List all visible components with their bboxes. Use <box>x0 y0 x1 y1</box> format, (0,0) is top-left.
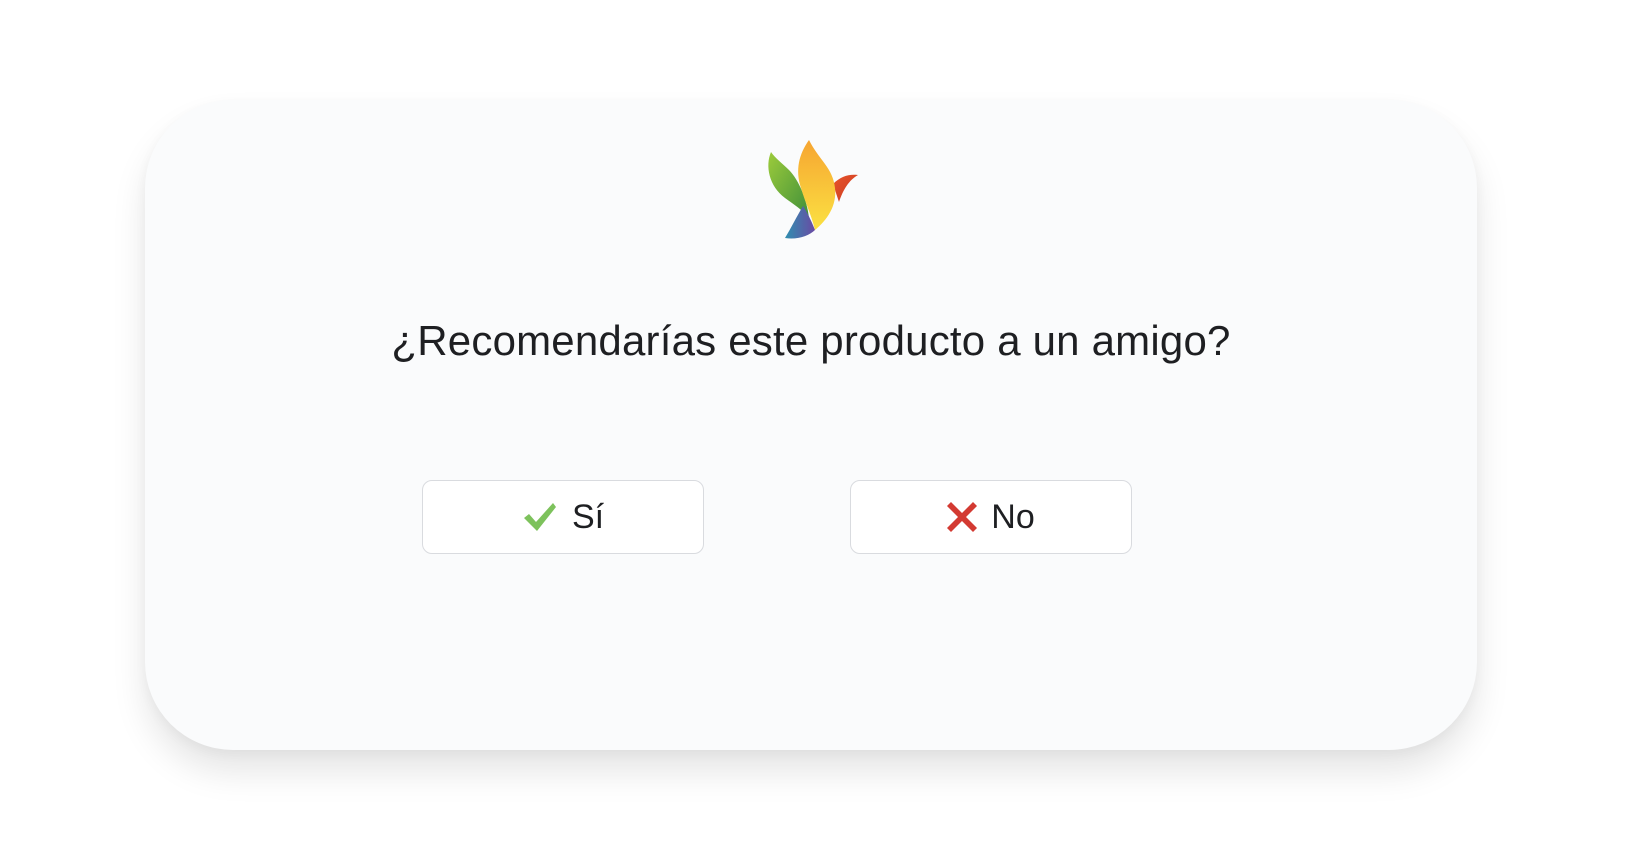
yes-button[interactable]: Sí <box>422 480 704 554</box>
no-button[interactable]: No <box>850 480 1132 554</box>
no-button-label: No <box>991 497 1035 536</box>
close-icon <box>947 502 978 532</box>
survey-card: ¿Recomendarías este producto a un amigo?… <box>145 100 1477 750</box>
yes-button-label: Sí <box>571 497 605 536</box>
bird-logo-icon <box>763 136 863 242</box>
check-icon <box>522 501 558 533</box>
question-title: ¿Recomendarías este producto a un amigo? <box>391 317 1231 364</box>
